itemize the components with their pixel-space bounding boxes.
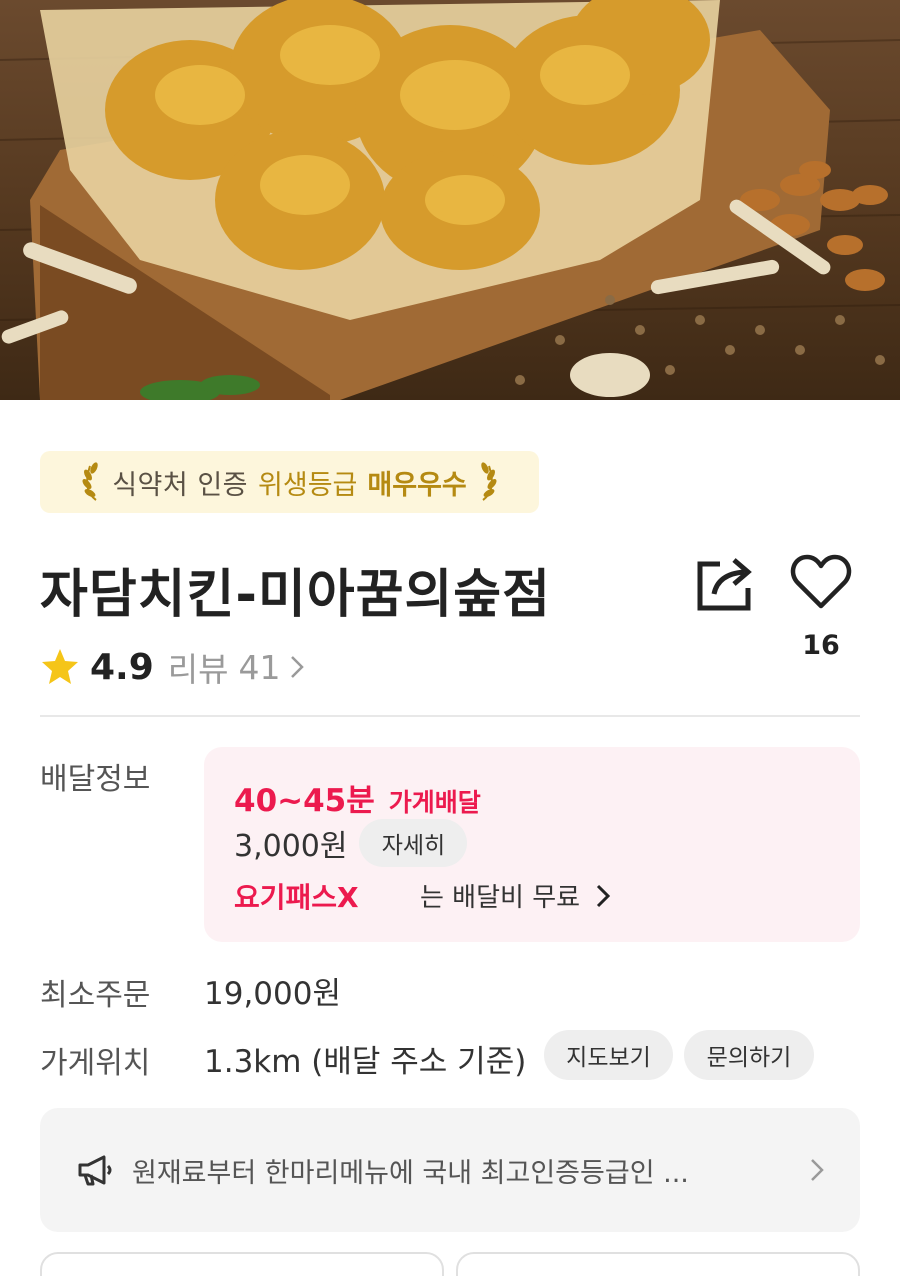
yogipass-logo-text: 요기패스X: [234, 881, 359, 913]
min-order-label: 최소주문: [40, 978, 151, 1013]
yogipass-logo: 요기패스X: [234, 881, 359, 913]
store-name: 자담치킨-미아꿈의숲점: [40, 565, 551, 625]
store-hero-image: [0, 0, 900, 400]
bottom-option-card-left[interactable]: [40, 1252, 444, 1276]
delivery-fee: 3,000원: [234, 829, 348, 864]
hygiene-grade-badge: 식약처 인증 위생등급 매우우수: [40, 451, 539, 513]
delivery-fee-detail-button[interactable]: 자세히: [359, 819, 468, 867]
chevron-right-icon: [597, 884, 611, 907]
rating-score: 4.9: [90, 646, 154, 688]
laurel-wreath-right-icon: [481, 462, 497, 501]
bottom-option-card-right[interactable]: [456, 1252, 860, 1276]
fried-chicken-photo: [0, 0, 900, 400]
share-button[interactable]: [694, 552, 756, 614]
location-distance: 1.3km (배달 주소 기준): [204, 1044, 527, 1080]
laurel-wreath-left-icon: [82, 462, 98, 501]
min-order-value: 19,000원: [204, 976, 341, 1012]
chevron-right-icon: [811, 1159, 824, 1181]
rating-row: 4.9 리뷰 41: [40, 644, 305, 690]
chevron-right-icon: [290, 656, 304, 678]
delivery-time-row: 40~45분 가게배달: [234, 775, 481, 820]
hygiene-badge-prefix: 식약처 인증: [112, 469, 249, 501]
review-link[interactable]: 리뷰 41: [168, 643, 305, 691]
delivery-fee-row: 3,000원 자세히: [234, 819, 468, 867]
heart-icon: [790, 554, 852, 609]
view-map-button[interactable]: 지도보기: [544, 1030, 673, 1080]
notice-text: 원재료부터 한마리메뉴에 국내 최고인증등급인 ...: [132, 1157, 689, 1189]
star-icon: [42, 649, 78, 684]
store-notice[interactable]: 원재료부터 한마리메뉴에 국내 최고인증등급인 ...: [40, 1108, 860, 1232]
divider: [40, 715, 860, 717]
delivery-info-card: 40~45분 가게배달 3,000원 자세히 요기패스X 는 배달비 무료: [204, 747, 860, 942]
favorite-count: 16: [802, 630, 840, 661]
delivery-info-label: 배달정보: [40, 762, 151, 797]
favorite-button[interactable]: [790, 552, 852, 612]
hygiene-badge-grade-label: 위생등급: [258, 469, 358, 501]
inquiry-button[interactable]: 문의하기: [684, 1030, 814, 1080]
share-icon: [697, 558, 752, 611]
review-count: 41: [238, 647, 281, 687]
review-label: 리뷰: [167, 650, 229, 689]
hygiene-badge-grade: 매우우수: [367, 469, 467, 501]
yogipass-promo[interactable]: 요기패스X 는 배달비 무료: [234, 877, 611, 914]
delivery-time: 40~45분: [234, 783, 375, 819]
yogipass-text: 는 배달비 무료: [420, 883, 581, 913]
location-label: 가게위치: [40, 1046, 151, 1081]
delivery-type: 가게배달: [388, 788, 481, 817]
megaphone-icon: [78, 1155, 112, 1186]
